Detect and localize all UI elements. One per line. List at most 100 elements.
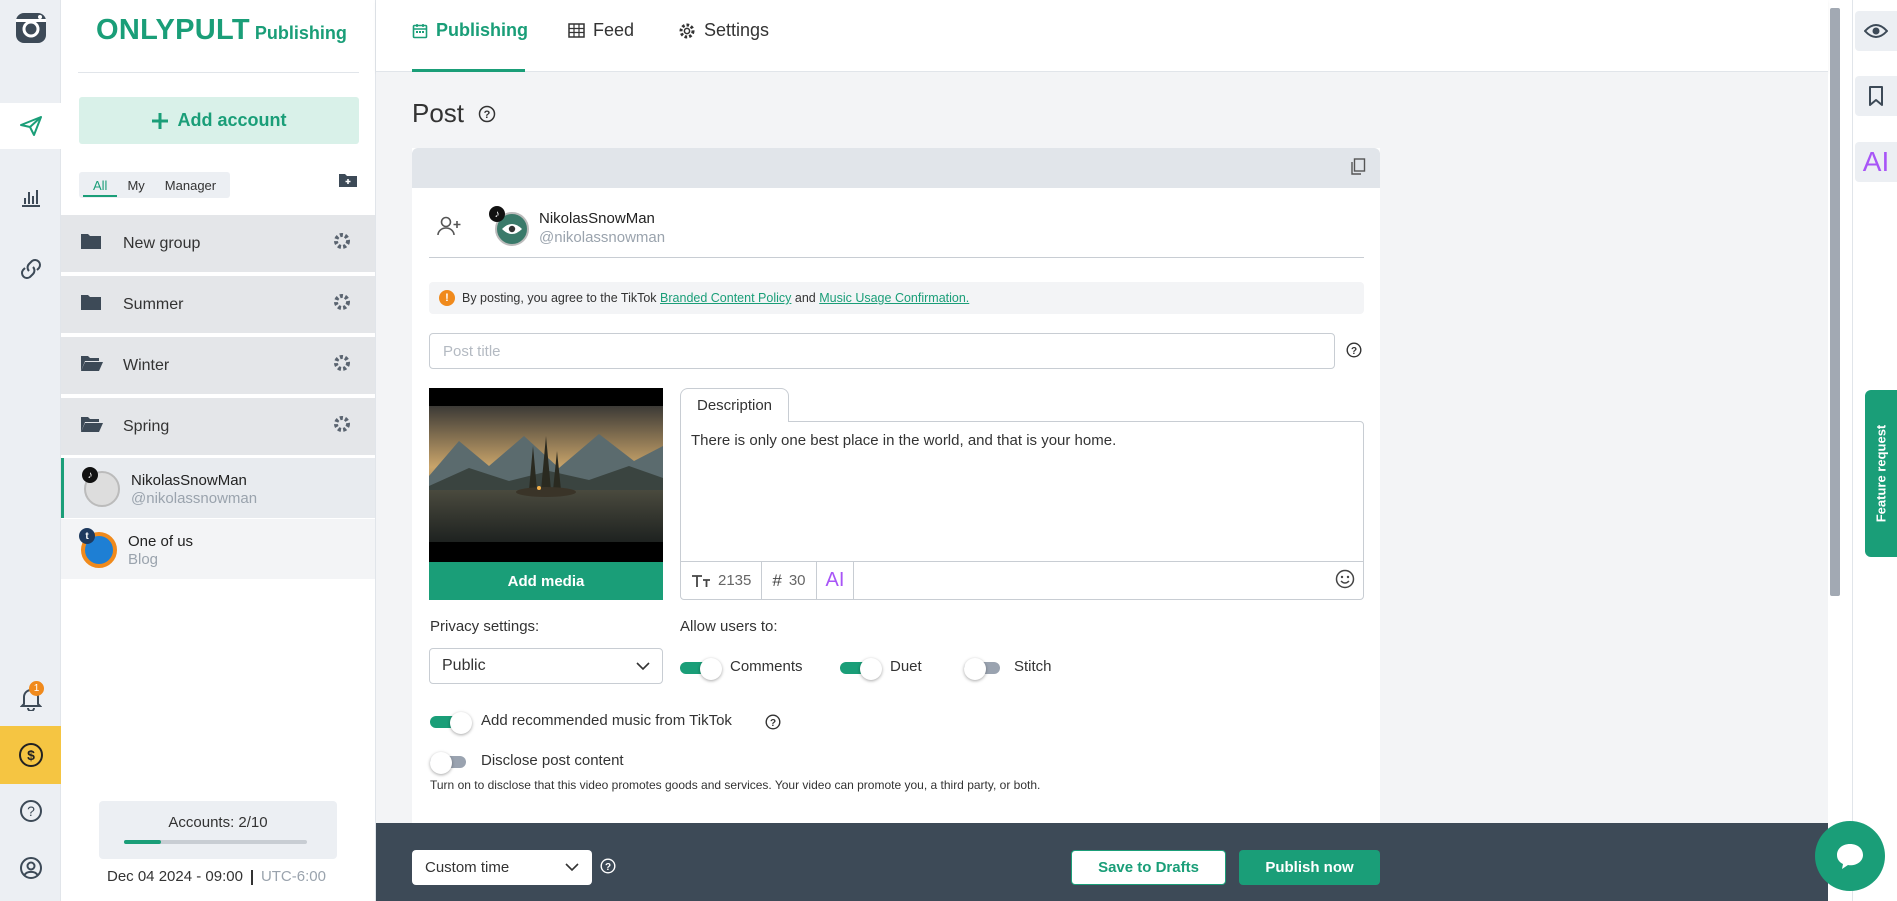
add-account-button[interactable]: Add account: [79, 97, 359, 144]
profile-icon[interactable]: [0, 845, 61, 891]
gear-icon[interactable]: [333, 415, 351, 438]
help-icon[interactable]: ?: [478, 105, 496, 123]
comments-toggle[interactable]: [680, 658, 722, 680]
recommended-music-label: Add recommended music from TikTok: [481, 712, 732, 729]
privacy-select[interactable]: Public: [429, 648, 663, 684]
chat-button[interactable]: [1815, 821, 1885, 891]
folder-icon: [80, 294, 102, 316]
tab-settings[interactable]: Settings: [678, 20, 769, 41]
group-label: Winter: [123, 356, 170, 374]
account-item-nikolassnowman[interactable]: ♪ NikolasSnowMan @nikolassnowman: [61, 458, 375, 518]
account-handle: @nikolassnowman: [131, 490, 258, 507]
tab-description[interactable]: Description: [680, 388, 789, 422]
accounts-usage: Accounts: 2/10: [99, 801, 337, 859]
help-icon[interactable]: ?: [765, 714, 781, 735]
post-title-input[interactable]: [429, 333, 1335, 369]
logo-sub: Publishing: [254, 23, 347, 43]
add-media-button[interactable]: Add media: [429, 562, 663, 600]
current-datetime: Dec 04 2024 - 09:00 UTC-6:00: [107, 868, 326, 885]
add-account-label: Add account: [177, 110, 287, 130]
plus-icon: [152, 112, 169, 129]
add-folder-icon[interactable]: [338, 172, 358, 193]
filter-all[interactable]: All: [83, 174, 118, 197]
ai-panel-button[interactable]: AI: [1855, 142, 1897, 182]
gear-icon: [679, 23, 695, 38]
branded-content-policy-link[interactable]: Branded Content Policy: [660, 291, 791, 305]
publish-nav-icon[interactable]: [0, 103, 61, 149]
logo[interactable]: ONLYPULT Publishing: [96, 14, 347, 47]
media-preview[interactable]: [429, 388, 663, 562]
scrollbar[interactable]: [1830, 8, 1840, 596]
disclose-content-label: Disclose post content: [481, 752, 624, 769]
disclose-content-toggle[interactable]: [430, 752, 470, 774]
chevron-down-icon: [565, 863, 579, 872]
gear-icon[interactable]: [333, 293, 351, 316]
folder-open-icon: [80, 355, 104, 377]
account-handle: @nikolassnowman: [539, 229, 666, 246]
filter-my[interactable]: My: [117, 174, 154, 197]
card-header: [412, 148, 1380, 188]
instagram-icon[interactable]: [0, 5, 61, 51]
schedule-mode-select[interactable]: Custom time: [412, 850, 592, 885]
group-new-group[interactable]: New group: [61, 215, 375, 274]
account-filter: All My Manager: [79, 172, 231, 198]
stitch-toggle[interactable]: [964, 658, 1004, 680]
top-nav: Publishing Feed Settings: [376, 0, 1828, 72]
privacy-value: Public: [442, 657, 486, 674]
copy-icon[interactable]: [1350, 158, 1366, 180]
ai-assistant-button[interactable]: AI: [817, 561, 855, 600]
bookmark-icon[interactable]: [1855, 76, 1897, 116]
duet-toggle[interactable]: [840, 658, 882, 680]
tab-feed[interactable]: Feed: [568, 20, 634, 41]
landscape-image: [429, 406, 663, 542]
group-summer[interactable]: Summer: [61, 276, 375, 335]
gear-icon[interactable]: [333, 232, 351, 255]
feature-request-label: Feature request: [1873, 424, 1889, 523]
preview-icon[interactable]: [1855, 11, 1897, 51]
stitch-label: Stitch: [1014, 658, 1052, 675]
chevron-down-icon: [636, 661, 650, 670]
filter-manager[interactable]: Manager: [155, 174, 226, 197]
gear-icon[interactable]: [333, 354, 351, 377]
feature-request-button[interactable]: Feature request: [1865, 390, 1897, 557]
group-label: Summer: [123, 295, 184, 313]
emoji-icon[interactable]: [1335, 569, 1363, 593]
svg-text:?: ?: [605, 862, 611, 873]
svg-text:?: ?: [770, 718, 776, 729]
help-icon[interactable]: ?: [0, 788, 61, 834]
notice-text-start: By posting, you agree to the TikTok: [462, 291, 657, 305]
publish-now-button[interactable]: Publish now: [1239, 850, 1380, 885]
music-usage-link[interactable]: Music Usage Confirmation.: [819, 291, 969, 305]
duet-label: Duet: [890, 658, 922, 675]
post-editor-card: ♪ NikolasSnowMan @nikolassnowman ! By po…: [412, 148, 1380, 828]
tab-label: Feed: [593, 20, 635, 40]
tab-label: Settings: [704, 20, 770, 40]
grid-icon: [568, 23, 585, 38]
help-icon[interactable]: ?: [1346, 342, 1362, 363]
main-content: Post ? ♪ NikolasSnowMan @nikolassnowman …: [376, 72, 1828, 828]
group-spring[interactable]: Spring: [61, 398, 375, 457]
add-user-icon[interactable]: [436, 215, 462, 242]
group-winter[interactable]: Winter: [61, 337, 375, 396]
description-textarea[interactable]: There is only one best place in the worl…: [680, 421, 1364, 562]
tiktok-icon: ♪: [489, 206, 505, 222]
folder-icon: [80, 233, 102, 255]
account-item-one-of-us[interactable]: t One of us Blog: [61, 519, 375, 579]
help-icon[interactable]: ?: [600, 858, 616, 879]
save-to-drafts-button[interactable]: Save to Drafts: [1071, 850, 1226, 885]
billing-icon[interactable]: $: [0, 726, 61, 784]
account-name: NikolasSnowMan: [539, 210, 655, 227]
disclose-note: Turn on to disclose that this video prom…: [430, 778, 1041, 792]
notifications-icon[interactable]: 1: [0, 676, 61, 722]
privacy-label: Privacy settings:: [430, 618, 540, 635]
tab-publishing[interactable]: Publishing: [412, 20, 528, 41]
notice-text: By posting, you agree to the TikTok Bran…: [462, 291, 969, 305]
eye-icon: [502, 224, 522, 234]
char-count: 2135: [718, 572, 752, 589]
svg-text:?: ?: [1351, 346, 1357, 357]
analytics-icon[interactable]: [0, 174, 61, 220]
schedule-mode-value: Custom time: [425, 859, 510, 876]
accounts-progress-fill: [124, 840, 161, 844]
recommended-music-toggle[interactable]: [430, 712, 472, 734]
link-icon[interactable]: [0, 246, 61, 292]
